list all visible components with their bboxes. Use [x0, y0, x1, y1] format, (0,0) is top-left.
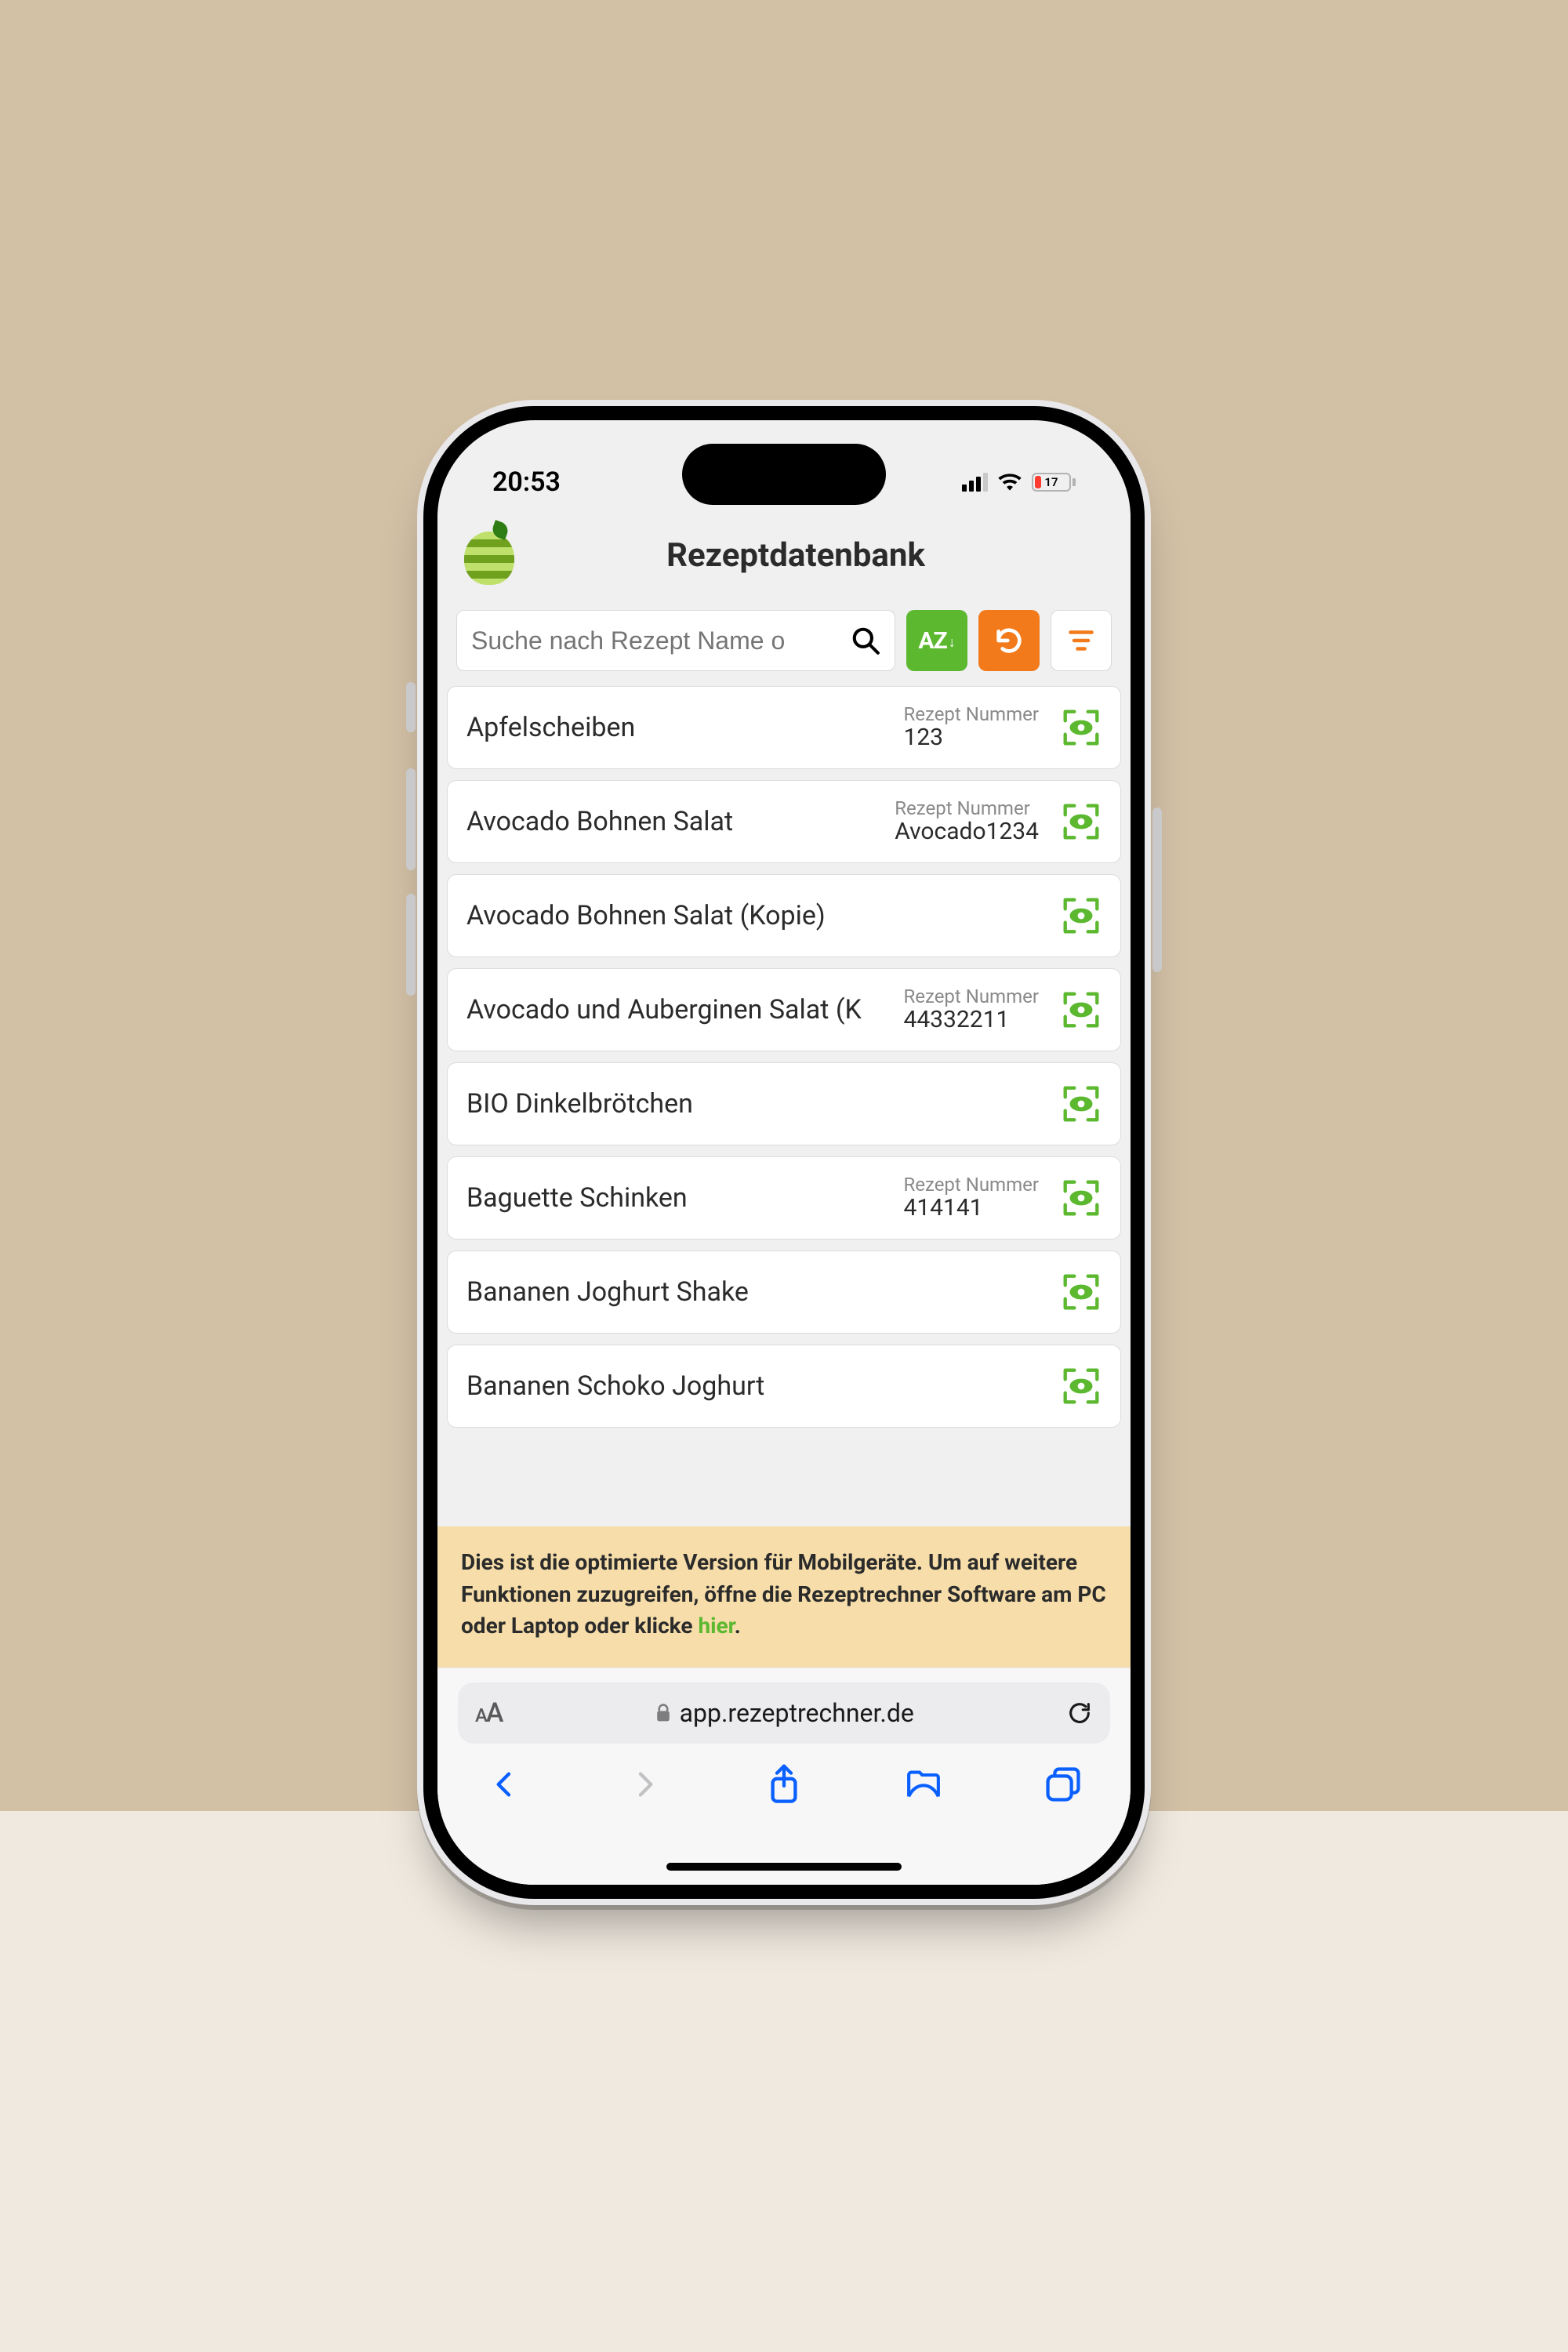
- forward-button: [626, 1766, 663, 1803]
- recipe-name: Apfelscheiben: [466, 712, 894, 743]
- view-recipe-button[interactable]: [1056, 1361, 1106, 1411]
- wifi-icon: [997, 473, 1022, 492]
- lock-icon: [655, 1703, 672, 1723]
- refresh-button[interactable]: [978, 610, 1040, 671]
- sort-label: AZ: [918, 627, 946, 655]
- recipe-number: 414141: [903, 1195, 1039, 1222]
- app-header: Rezeptdatenbank: [437, 513, 1131, 605]
- search-icon: [851, 626, 880, 655]
- banner-text-end: .: [735, 1613, 741, 1639]
- view-recipe-button[interactable]: [1056, 985, 1106, 1035]
- power-button[interactable]: [1152, 808, 1162, 972]
- view-recipe-button[interactable]: [1056, 1173, 1106, 1223]
- recipe-number: 123: [903, 724, 1039, 752]
- bookmarks-button[interactable]: [905, 1766, 942, 1803]
- recipe-meta: Rezept NummerAvocado1234: [895, 798, 1039, 846]
- banner-text: Dies ist die optimierte Version für Mobi…: [461, 1549, 1106, 1639]
- recipe-row[interactable]: BIO Dinkelbrötchen: [447, 1062, 1121, 1145]
- search-input[interactable]: [471, 626, 851, 655]
- recipe-name: Avocado und Auberginen Salat (K: [466, 994, 894, 1025]
- address-bar[interactable]: AA app.rezeptrechner.de: [458, 1682, 1110, 1744]
- recipe-row[interactable]: Avocado Bohnen Salat Rezept NummerAvocado…: [447, 780, 1121, 863]
- search-field[interactable]: [456, 610, 895, 671]
- recipe-meta: Rezept Nummer414141: [903, 1174, 1039, 1222]
- recipe-number-label: Rezept Nummer: [903, 1174, 1039, 1195]
- refresh-icon: [993, 625, 1025, 656]
- dynamic-island: [682, 444, 886, 505]
- home-indicator[interactable]: [666, 1863, 902, 1871]
- page-title: Rezeptdatenbank: [536, 536, 1110, 575]
- recipe-name: BIO Dinkelbrötchen: [466, 1088, 1047, 1120]
- silence-switch[interactable]: [406, 682, 416, 732]
- recipe-row[interactable]: Bananen Joghurt Shake: [447, 1250, 1121, 1334]
- recipe-row[interactable]: Avocado Bohnen Salat (Kopie): [447, 874, 1121, 957]
- mobile-notice-banner: Dies ist die optimierte Version für Mobi…: [437, 1526, 1131, 1668]
- recipe-row[interactable]: Avocado und Auberginen Salat (K Rezept Nu…: [447, 968, 1121, 1051]
- recipe-row[interactable]: Bananen Schoko Joghurt: [447, 1345, 1121, 1428]
- sort-arrow-icon: ↓: [949, 634, 956, 651]
- phone-screen: 20:53 17: [437, 420, 1131, 1885]
- view-recipe-button[interactable]: [1056, 797, 1106, 847]
- cellular-signal-icon: [962, 473, 988, 492]
- recipe-meta: Rezept Nummer123: [903, 704, 1039, 752]
- view-recipe-button[interactable]: [1056, 702, 1106, 753]
- volume-down-button[interactable]: [406, 894, 416, 996]
- recipe-number-label: Rezept Nummer: [903, 704, 1039, 724]
- recipe-number-label: Rezept Nummer: [903, 986, 1039, 1007]
- recipe-name: Avocado Bohnen Salat (Kopie): [466, 900, 1047, 931]
- app-logo-apple-icon: [458, 524, 521, 586]
- view-recipe-button[interactable]: [1056, 1267, 1106, 1317]
- back-button[interactable]: [486, 1766, 524, 1803]
- safari-chrome: AA app.rezeptrechner.de: [437, 1668, 1131, 1885]
- recipe-name: Bananen Joghurt Shake: [466, 1276, 1047, 1308]
- clock: 20:53: [492, 466, 561, 498]
- recipe-row[interactable]: Baguette Schinken Rezept Nummer414141: [447, 1156, 1121, 1240]
- phone-bezel: 20:53 17: [423, 406, 1145, 1899]
- share-button[interactable]: [765, 1766, 803, 1803]
- recipe-number-label: Rezept Nummer: [895, 798, 1039, 818]
- battery-indicator: 17: [1032, 473, 1076, 492]
- reload-icon[interactable]: [1066, 1700, 1093, 1726]
- recipe-meta: Rezept Nummer44332211: [903, 986, 1039, 1034]
- view-recipe-button[interactable]: [1056, 891, 1106, 941]
- filter-icon: [1067, 626, 1095, 655]
- recipe-row[interactable]: Apfelscheiben Rezept Nummer123: [447, 686, 1121, 769]
- tabs-button[interactable]: [1044, 1766, 1082, 1803]
- banner-link[interactable]: hier: [698, 1613, 734, 1639]
- recipe-name: Bananen Schoko Joghurt: [466, 1370, 1047, 1402]
- volume-up-button[interactable]: [406, 768, 416, 870]
- battery-percent: 17: [1033, 474, 1069, 490]
- phone-frame: 20:53 17: [417, 400, 1151, 1905]
- recipe-name: Baguette Schinken: [466, 1182, 894, 1214]
- recipe-name: Avocado Bohnen Salat: [466, 806, 885, 837]
- recipe-number: 44332211: [903, 1007, 1039, 1034]
- sort-button[interactable]: AZ ↓: [906, 610, 967, 671]
- url-text: app.rezeptrechner.de: [680, 1698, 914, 1728]
- recipe-list: ApfelscheibenRezept Nummer123 Avocado Bo…: [437, 686, 1131, 1526]
- view-recipe-button[interactable]: [1056, 1079, 1106, 1129]
- filter-button[interactable]: [1051, 610, 1112, 671]
- recipe-number: Avocado1234: [895, 818, 1039, 846]
- text-size-button[interactable]: AA: [475, 1697, 502, 1729]
